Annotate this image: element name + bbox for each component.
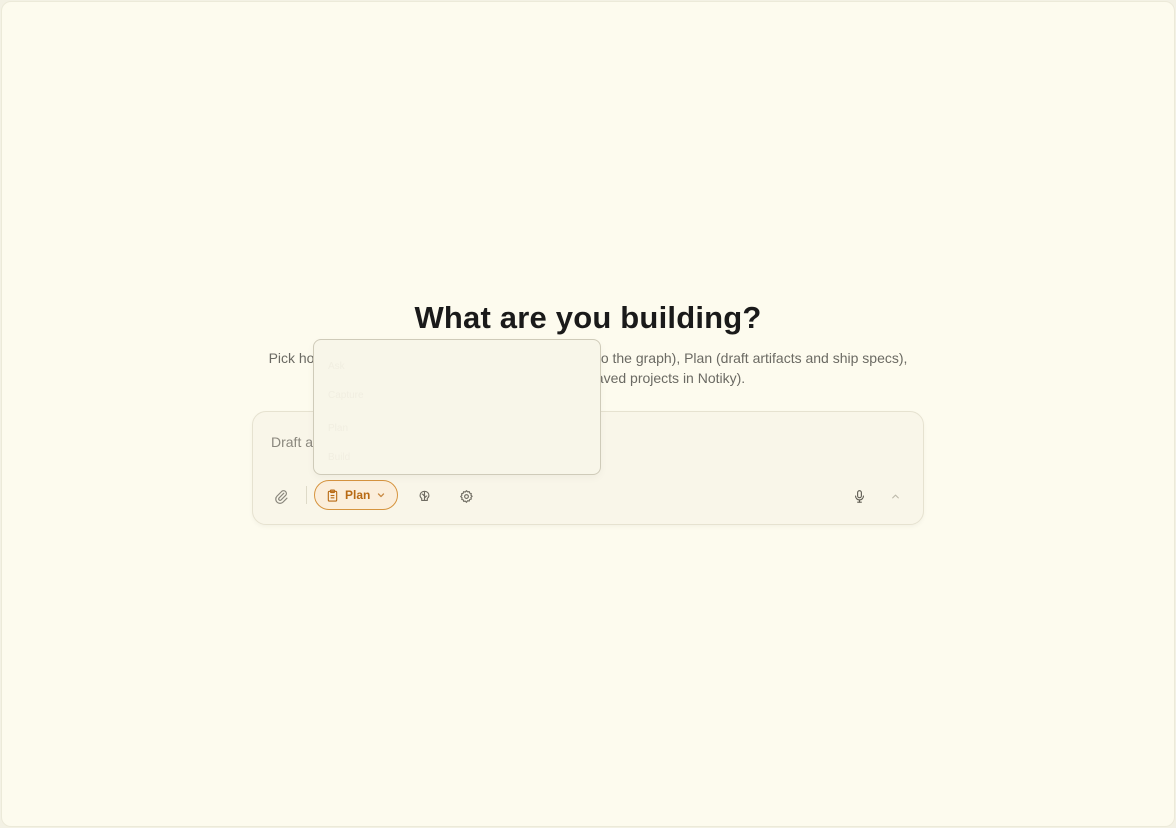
mode-option-capture[interactable]: Capture — [328, 390, 364, 401]
chevron-down-icon — [378, 493, 385, 498]
clipboard-icon — [327, 489, 338, 502]
toolbar-divider — [306, 486, 307, 504]
brain-icon — [419, 490, 429, 501]
settings-button[interactable] — [453, 483, 479, 509]
mode-select-label: Plan — [345, 488, 371, 502]
mode-option-plan[interactable]: Plan — [328, 423, 348, 434]
brain-button[interactable] — [411, 483, 437, 509]
mode-select-button[interactable]: Plan — [314, 480, 398, 510]
expand-button[interactable] — [882, 483, 908, 509]
mode-option-ask[interactable]: Ask — [328, 361, 345, 372]
mode-option-build[interactable]: Build — [328, 452, 350, 463]
microphone-icon — [854, 489, 864, 503]
chevron-up-icon — [891, 494, 899, 498]
gear-icon — [459, 489, 473, 503]
page-title: What are you building? — [414, 300, 762, 335]
attach-button[interactable] — [268, 483, 294, 509]
voice-input-button[interactable] — [846, 483, 872, 509]
paperclip-icon — [274, 489, 288, 504]
mode-dropdown-menu: Ask Capture Plan Build — [313, 339, 601, 475]
